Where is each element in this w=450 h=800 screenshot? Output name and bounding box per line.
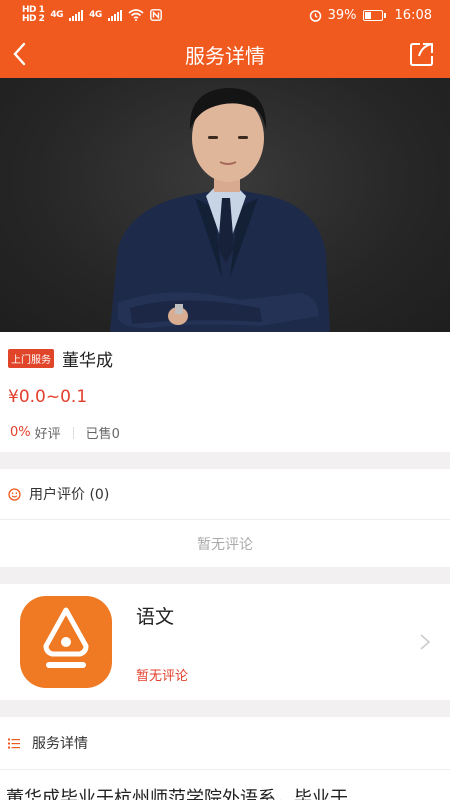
clock: 16:08 <box>394 7 432 23</box>
pen-nib-icon <box>20 596 112 688</box>
hero-photo <box>0 78 450 332</box>
details-section: 服务详情 董华成毕业于杭州师范学院外语系，毕业于 <box>0 717 450 800</box>
person-photo <box>110 88 330 332</box>
provider-name: 董华成 <box>62 351 113 371</box>
nfc-icon <box>149 9 162 21</box>
reviews-section: 用户评价 (0) 暂无评论 <box>0 469 450 567</box>
list-icon <box>8 738 20 748</box>
course-card[interactable]: 语文 暂无评论 <box>0 584 450 700</box>
network-label-2: 4G <box>89 10 102 20</box>
rating-label: 好评 <box>34 427 61 442</box>
network-label: 4G <box>50 10 64 20</box>
wifi-icon <box>128 9 144 21</box>
page-title: 服务详情 <box>185 43 265 68</box>
chevron-right-icon <box>420 634 431 650</box>
top-bar: HD 1 HD 2 4G 4G 39% 16:08 服务详情 <box>0 0 450 78</box>
section-gap-3 <box>0 700 450 717</box>
service-detail-page: HD 1 HD 2 4G 4G 39% 16:08 服务详情 上门服务 董华成 … <box>0 0 450 800</box>
status-right: 39% 16:08 <box>309 8 432 23</box>
section-gap-2 <box>0 567 450 584</box>
service-info-card: 上门服务 董华成 ¥0.0~0.1 0% 好评 已售0 <box>0 332 450 452</box>
chevron-left-icon[interactable] <box>6 38 38 70</box>
sim2-label: HD 2 <box>22 14 45 24</box>
share-icon[interactable] <box>408 40 436 68</box>
price-range: ¥0.0~0.1 <box>8 387 88 407</box>
signal-icon <box>69 9 84 21</box>
nav-bar: 服务详情 <box>0 30 450 78</box>
reviews-title: 用户评价 (0) <box>29 487 110 503</box>
details-header: 服务详情 <box>0 717 450 770</box>
rating-percent: 0% <box>10 425 31 440</box>
status-bar: HD 1 HD 2 4G 4G 39% 16:08 <box>0 0 450 30</box>
reviews-header[interactable]: 用户评价 (0) <box>0 469 450 520</box>
service-type-tag: 上门服务 <box>8 349 54 368</box>
alarm-icon <box>309 9 321 22</box>
battery-icon <box>362 9 386 21</box>
course-review-status: 暂无评论 <box>136 669 189 684</box>
sold-count: 已售0 <box>85 427 120 442</box>
signal-indicators: HD 1 HD 2 4G 4G <box>22 6 162 24</box>
battery-percent: 39% <box>327 7 357 23</box>
course-name: 语文 <box>136 606 175 628</box>
details-body-text: 董华成毕业于杭州师范学院外语系，毕业于 <box>6 788 348 800</box>
section-gap <box>0 452 450 469</box>
signal-icon-2 <box>107 9 122 21</box>
reviews-empty-text: 暂无评论 <box>197 536 253 553</box>
details-title: 服务详情 <box>32 736 88 752</box>
divider <box>72 426 74 439</box>
smiley-icon <box>8 487 21 501</box>
